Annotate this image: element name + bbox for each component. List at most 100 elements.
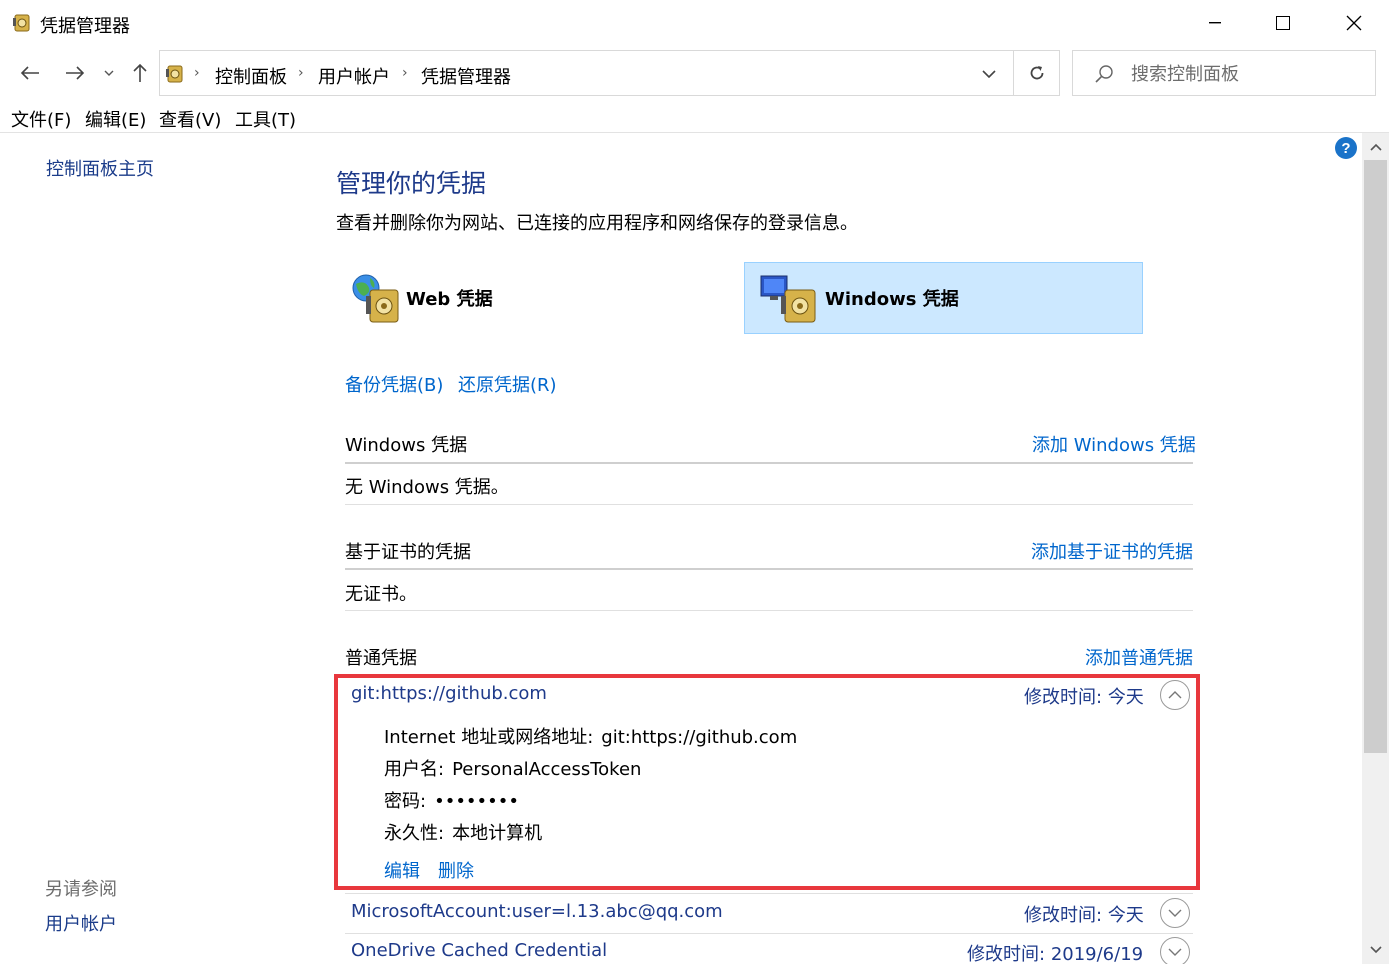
credential-name-github[interactable]: git:https://github.com: [351, 683, 547, 704]
row-divider: [345, 893, 1193, 894]
add-cert-credential-link[interactable]: 添加基于证书的凭据: [1031, 538, 1193, 564]
minimize-button[interactable]: [1181, 0, 1249, 46]
address-history-button[interactable]: [974, 60, 1004, 88]
chevron-right-icon[interactable]: ›: [402, 65, 408, 81]
detail-label: 用户名:: [384, 759, 445, 780]
scroll-up-button[interactable]: [1362, 135, 1389, 159]
credential-name-onedrive[interactable]: OneDrive Cached Credential: [351, 940, 607, 961]
collapse-button[interactable]: [1160, 680, 1190, 710]
close-button[interactable]: [1320, 0, 1388, 46]
breadcrumb-user-accounts[interactable]: 用户帐户: [318, 63, 390, 89]
chevron-down-icon: [1168, 948, 1182, 956]
modified-label: 修改时间:: [1024, 687, 1103, 708]
windows-credentials-tile[interactable]: Windows 凭据: [744, 262, 1143, 334]
detail-value: 本地计算机: [452, 823, 543, 844]
help-button[interactable]: ?: [1335, 137, 1357, 159]
user-accounts-link[interactable]: 用户帐户: [45, 910, 117, 936]
help-icon: ?: [1341, 139, 1351, 157]
restore-credentials-link[interactable]: 还原凭据(R): [458, 371, 557, 397]
refresh-button[interactable]: [1014, 50, 1060, 96]
web-credentials-label: Web 凭据: [406, 289, 493, 310]
detail-username: 用户名: PersonalAccessToken: [384, 755, 641, 781]
delete-credential-link[interactable]: 删除: [438, 857, 474, 883]
see-also-title: 另请参阅: [45, 879, 117, 900]
section-divider: [345, 568, 1193, 570]
web-credentials-tile[interactable]: Web 凭据: [350, 262, 740, 334]
expand-button[interactable]: [1160, 898, 1190, 928]
page-title: 管理你的凭据: [336, 169, 487, 198]
arrow-up-icon: [133, 63, 147, 82]
address-bar[interactable]: › 控制面板 › 用户帐户 › 凭据管理器: [159, 50, 1014, 96]
section-divider: [345, 462, 1193, 464]
credential-modified-onedrive: 修改时间: 2019/6/19: [967, 940, 1143, 964]
search-box[interactable]: [1072, 50, 1376, 96]
title-bar: 凭据管理器: [0, 0, 1389, 46]
detail-value: git:https://github.com: [601, 727, 798, 748]
chevron-down-icon: [1369, 946, 1382, 954]
row-divider: [345, 933, 1193, 934]
forward-button[interactable]: [60, 58, 90, 88]
search-input[interactable]: [1131, 61, 1361, 87]
arrow-left-icon: [20, 66, 39, 80]
credential-manager-icon: [166, 65, 183, 83]
row-divider: [345, 504, 1193, 505]
windows-credentials-section-title: Windows 凭据: [345, 435, 468, 456]
up-button[interactable]: [125, 58, 155, 88]
menu-file[interactable]: 文件(F): [11, 106, 71, 132]
chevron-down-icon: [1168, 909, 1182, 917]
menu-view[interactable]: 查看(V): [159, 106, 221, 132]
close-icon: [1346, 15, 1362, 31]
detail-label: 密码:: [384, 791, 427, 812]
divider: [0, 132, 1389, 133]
detail-label: Internet 地址或网络地址:: [384, 727, 594, 748]
credential-modified-microsoft: 修改时间: 今天: [1024, 901, 1144, 927]
recent-locations-button[interactable]: [96, 58, 122, 88]
minimize-icon: [1209, 22, 1221, 24]
credential-modified-github: 修改时间: 今天: [1024, 683, 1144, 709]
refresh-icon: [1030, 66, 1043, 80]
chevron-down-icon: [104, 70, 114, 76]
row-divider: [345, 610, 1193, 611]
expand-button[interactable]: [1160, 937, 1190, 964]
maximize-button[interactable]: [1249, 0, 1317, 46]
add-generic-credential-link[interactable]: 添加普通凭据: [1085, 644, 1193, 670]
add-windows-credential-link[interactable]: 添加 Windows 凭据: [1032, 431, 1196, 457]
menu-edit[interactable]: 编辑(E): [85, 106, 146, 132]
menu-tools[interactable]: 工具(T): [235, 106, 296, 132]
chevron-right-icon[interactable]: ›: [194, 65, 200, 81]
chevron-up-icon: [1369, 143, 1382, 151]
control-panel-home-link[interactable]: 控制面板主页: [46, 155, 154, 181]
breadcrumb-credential-manager[interactable]: 凭据管理器: [421, 63, 511, 89]
breadcrumb-control-panel[interactable]: 控制面板: [215, 63, 287, 89]
windows-credentials-empty: 无 Windows 凭据。: [345, 477, 509, 498]
window-title: 凭据管理器: [40, 16, 130, 37]
backup-credentials-link[interactable]: 备份凭据(B): [345, 371, 443, 397]
search-icon: [1095, 65, 1113, 83]
maximize-icon: [1276, 16, 1290, 30]
chevron-up-icon: [1168, 691, 1182, 699]
detail-address: Internet 地址或网络地址: git:https://github.com: [384, 723, 797, 749]
back-button[interactable]: [15, 58, 45, 88]
modified-value: 2019/6/19: [1050, 944, 1144, 964]
page-subtitle: 查看并删除你为网站、已连接的应用程序和网络保存的登录信息。: [336, 213, 858, 234]
generic-credentials-section-title: 普通凭据: [345, 648, 417, 669]
web-credentials-icon: [352, 274, 399, 323]
modified-label: 修改时间:: [967, 944, 1046, 964]
chevron-down-icon: [982, 70, 996, 78]
menu-bar: 文件(F) 编辑(E) 查看(V) 工具(T): [0, 104, 1389, 132]
windows-credentials-icon: [760, 275, 816, 323]
chevron-right-icon[interactable]: ›: [298, 65, 304, 81]
scrollbar-thumb[interactable]: [1364, 160, 1387, 753]
arrow-right-icon: [66, 66, 85, 80]
modified-value: 今天: [1107, 905, 1144, 926]
detail-password: 密码: ••••••••: [384, 787, 519, 813]
scroll-down-button[interactable]: [1362, 938, 1389, 962]
cert-credentials-empty: 无证书。: [345, 584, 417, 605]
credential-name-microsoft[interactable]: MicrosoftAccount:user=l.13.abc@qq.com: [351, 901, 723, 922]
modified-label: 修改时间:: [1024, 905, 1103, 926]
edit-credential-link[interactable]: 编辑: [384, 857, 420, 883]
credential-manager-icon: [13, 14, 30, 32]
windows-credentials-label: Windows 凭据: [825, 289, 959, 310]
detail-label: 永久性:: [384, 823, 445, 844]
detail-persistence: 永久性: 本地计算机: [384, 819, 542, 845]
